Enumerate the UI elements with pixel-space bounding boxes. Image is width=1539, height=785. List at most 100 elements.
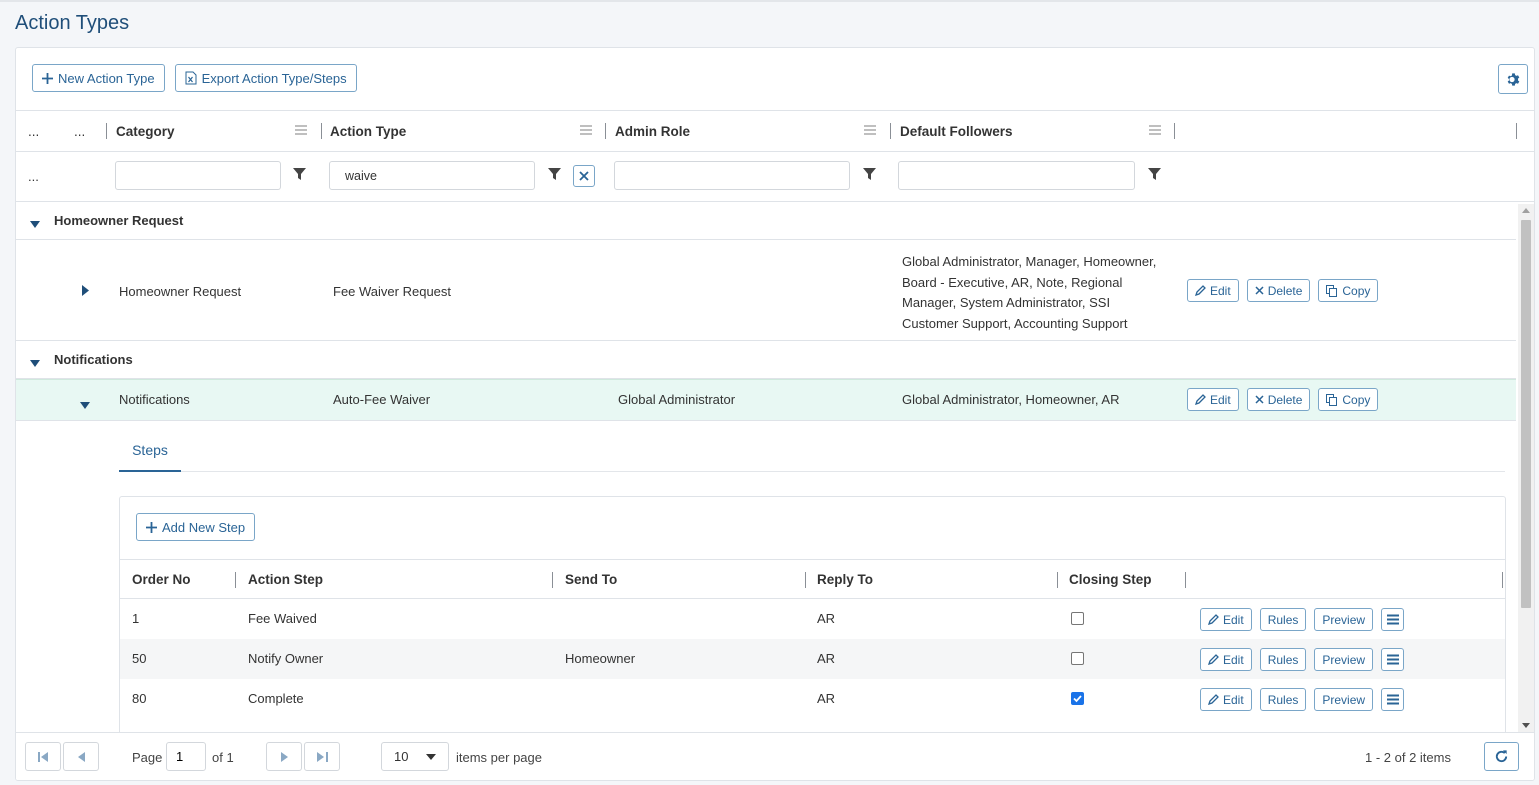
filter-icon[interactable] [293, 168, 306, 184]
table-row-selected[interactable]: Notifications Auto-Fee Waiver Global Adm… [16, 379, 1516, 421]
last-page-button[interactable] [304, 742, 340, 771]
step-actions: Edit Rules Preview [1200, 648, 1405, 671]
header-action-step[interactable]: Action Step [248, 560, 323, 599]
scroll-down-arrow[interactable] [1522, 723, 1530, 728]
filter-icon[interactable] [863, 168, 876, 184]
page-title: Action Types [15, 12, 130, 34]
column-resize-handle[interactable] [1516, 123, 1517, 139]
edit-button[interactable]: Edit [1187, 279, 1239, 302]
edit-button[interactable]: Edit [1200, 608, 1252, 631]
preview-button[interactable]: Preview [1314, 608, 1374, 631]
column-resize-handle[interactable] [1057, 572, 1058, 588]
copy-button[interactable]: Copy [1318, 279, 1379, 302]
group-header-row[interactable]: Homeowner Request [16, 202, 1516, 240]
column-resize-handle[interactable] [106, 123, 107, 139]
column-menu-icon[interactable] [295, 124, 307, 139]
more-button[interactable] [1381, 608, 1405, 631]
delete-button[interactable]: Delete [1246, 279, 1311, 302]
edit-button[interactable]: Edit [1187, 388, 1239, 411]
scroll-up-arrow[interactable] [1522, 208, 1530, 213]
column-resize-handle[interactable] [1174, 123, 1175, 139]
caret-right-icon[interactable] [82, 284, 89, 299]
column-resize-handle[interactable] [605, 123, 606, 139]
header-reply-to[interactable]: Reply To [817, 560, 873, 599]
header-expand-col: ... [28, 124, 40, 139]
step-row[interactable]: 50 Notify Owner Homeowner AR Edit Rules … [120, 639, 1505, 679]
closing-step-checkbox[interactable] [1071, 692, 1084, 705]
edit-label: Edit [1223, 692, 1244, 707]
pencil-icon [1208, 654, 1219, 665]
copy-label: Copy [1342, 283, 1371, 298]
header-action-type[interactable]: Action Type [330, 111, 406, 152]
more-button[interactable] [1381, 688, 1405, 711]
vertical-scrollbar[interactable] [1518, 204, 1534, 732]
edit-button[interactable]: Edit [1200, 688, 1252, 711]
export-button[interactable]: Export Action Type/Steps [174, 64, 357, 92]
steps-header: Order No Action Step Send To Reply To Cl… [120, 559, 1505, 599]
preview-button[interactable]: Preview [1314, 648, 1374, 671]
column-resize-handle[interactable] [552, 572, 553, 588]
scrollbar-thumb[interactable] [1521, 220, 1531, 608]
caret-down-icon[interactable] [30, 216, 40, 231]
header-admin-role[interactable]: Admin Role [615, 111, 690, 152]
new-action-type-button[interactable]: New Action Type [32, 64, 165, 92]
action-type-cell: Auto-Fee Waiver [333, 392, 431, 407]
caret-down-icon[interactable] [30, 355, 40, 370]
action-types-grid-panel: New Action Type Export Action Type/Steps… [15, 47, 1535, 781]
header-category[interactable]: Category [116, 111, 175, 152]
rules-button[interactable]: Rules [1259, 688, 1307, 711]
column-menu-icon[interactable] [1149, 124, 1161, 139]
order-cell: 80 [132, 691, 147, 706]
filter-icon[interactable] [548, 168, 561, 184]
followers-line: Customer Support, Accounting Support [902, 315, 1128, 331]
rules-button[interactable]: Rules [1259, 648, 1307, 671]
reply-to-cell: AR [817, 691, 836, 706]
default-followers-filter-input[interactable] [898, 161, 1135, 190]
next-page-button[interactable] [266, 742, 302, 771]
hamburger-icon [1386, 694, 1399, 705]
prev-page-button[interactable] [63, 742, 99, 771]
header-send-to[interactable]: Send To [565, 560, 617, 599]
more-button[interactable] [1381, 648, 1405, 671]
clear-filter-button[interactable] [573, 165, 595, 187]
action-type-cell: Fee Waiver Request [333, 284, 452, 299]
action-type-filter-input[interactable] [329, 161, 535, 190]
column-resize-handle[interactable] [321, 123, 322, 139]
rules-button[interactable]: Rules [1259, 608, 1307, 631]
delete-button[interactable]: Delete [1246, 388, 1311, 411]
preview-button[interactable]: Preview [1314, 688, 1374, 711]
column-menu-icon[interactable] [864, 124, 876, 139]
copy-button[interactable]: Copy [1318, 388, 1379, 411]
followers-line: Manager, System Administrator, SSI [902, 295, 1111, 311]
edit-button[interactable]: Edit [1200, 648, 1252, 671]
step-row[interactable]: 80 Complete AR Edit Rules Preview [120, 679, 1505, 719]
settings-button[interactable] [1498, 64, 1528, 94]
step-row[interactable]: 1 Fee Waived AR Edit Rules Preview [120, 599, 1505, 639]
add-new-step-button[interactable]: Add New Step [136, 513, 256, 541]
tab-steps[interactable]: Steps [119, 439, 181, 472]
first-page-icon [37, 751, 49, 762]
column-resize-handle[interactable] [890, 123, 891, 139]
column-resize-handle[interactable] [805, 572, 806, 588]
column-resize-handle[interactable] [1502, 572, 1503, 588]
first-page-button[interactable] [25, 742, 61, 771]
table-row[interactable]: Homeowner Request Fee Waiver Request Glo… [16, 241, 1516, 341]
caret-down-icon[interactable] [80, 397, 90, 412]
category-filter-input[interactable] [115, 161, 281, 190]
filter-icon[interactable] [1148, 168, 1161, 184]
header-default-followers[interactable]: Default Followers [900, 111, 1013, 152]
header-order-no[interactable]: Order No [132, 560, 191, 599]
header-closing-step[interactable]: Closing Step [1069, 560, 1152, 599]
closing-step-checkbox[interactable] [1071, 652, 1084, 665]
closing-step-checkbox[interactable] [1071, 612, 1084, 625]
page-number-input[interactable] [166, 742, 206, 771]
group-label: Notifications [54, 352, 133, 367]
column-menu-icon[interactable] [580, 124, 592, 139]
column-resize-handle[interactable] [235, 572, 236, 588]
group-header-row[interactable]: Notifications [16, 341, 1516, 379]
page-size-select[interactable]: 10 [381, 742, 449, 771]
admin-role-filter-input[interactable] [614, 161, 850, 190]
copy-label: Copy [1342, 392, 1371, 407]
refresh-button[interactable] [1484, 742, 1519, 771]
column-resize-handle[interactable] [1185, 572, 1186, 588]
